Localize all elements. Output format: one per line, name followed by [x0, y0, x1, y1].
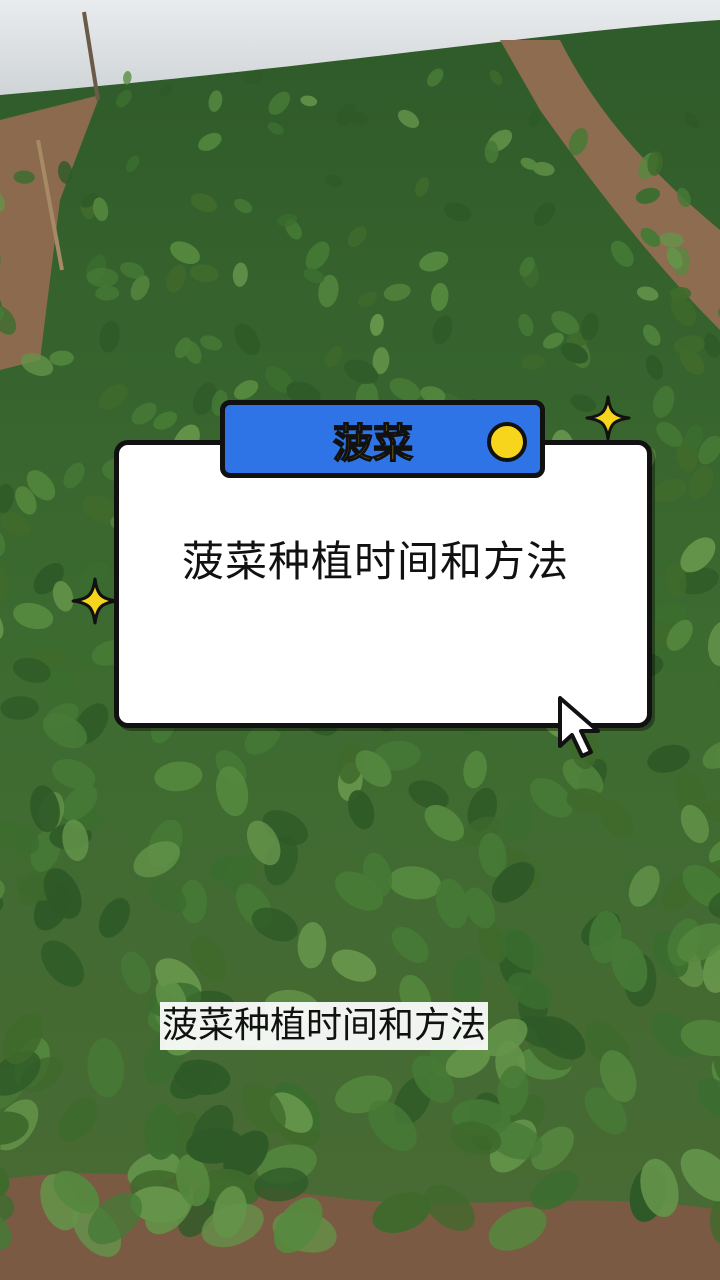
tag-label: 菠菜 — [332, 420, 414, 468]
sparkle-icon — [585, 395, 631, 441]
cursor-arrow-icon — [558, 696, 600, 758]
card-title: 菠菜种植时间和方法 — [182, 537, 570, 586]
category-tag: 菠菜 — [220, 400, 545, 478]
sparkle-icon — [71, 577, 119, 625]
yellow-dot-icon — [487, 422, 527, 462]
subtitle-caption: 菠菜种植时间和方法 — [160, 1002, 489, 1050]
